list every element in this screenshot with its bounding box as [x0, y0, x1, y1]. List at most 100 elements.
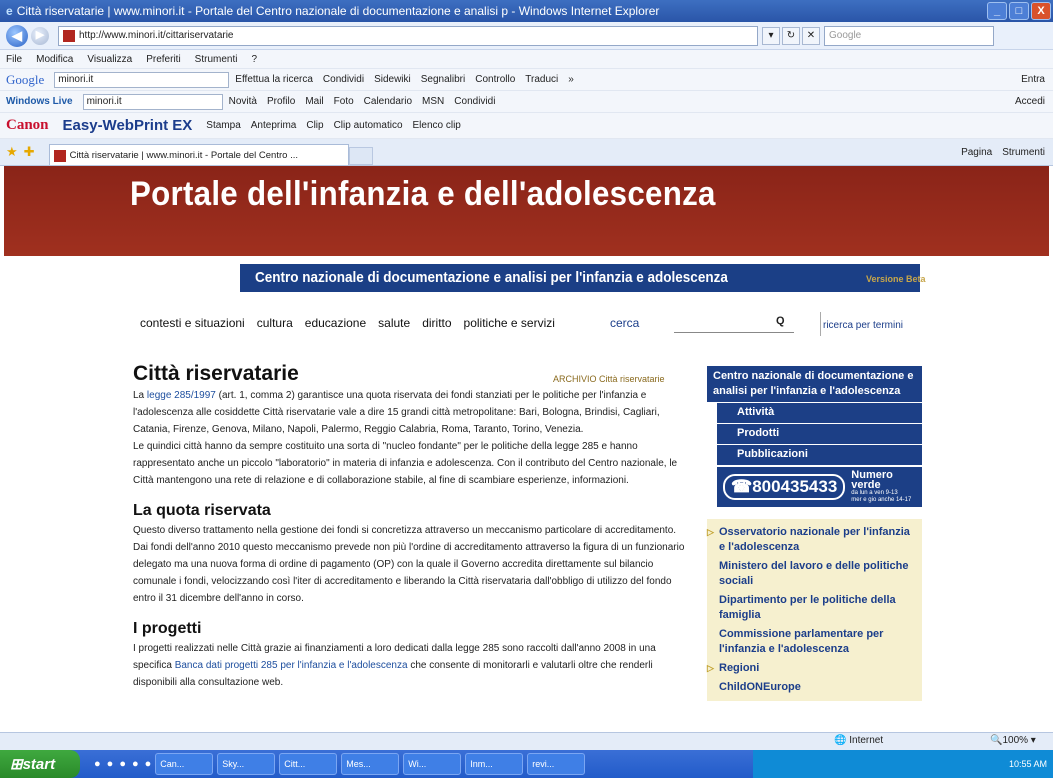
- address-dropdown-icon[interactable]: ▾: [762, 26, 780, 45]
- google-signin-button[interactable]: Entra: [1021, 74, 1045, 85]
- google-sidewiki-button[interactable]: Sidewiki: [374, 74, 411, 85]
- live-msn-link[interactable]: MSN: [422, 96, 444, 107]
- menu-strumenti[interactable]: Strumenti: [195, 54, 238, 65]
- refresh-icon[interactable]: ↻: [782, 26, 800, 45]
- sidebar-links: ▷ Osservatorio nazionale per l'infanzia e…: [707, 519, 922, 701]
- menu-bar: File Modifica Visualizza Preferiti Strum…: [0, 50, 1053, 68]
- tab-favicon-icon: [53, 149, 66, 162]
- close-button[interactable]: X: [1031, 2, 1051, 20]
- live-news-link[interactable]: Novità: [229, 96, 257, 107]
- header-divider: [4, 256, 1049, 264]
- taskbar-button-canon[interactable]: Can...: [155, 753, 214, 775]
- zoom-level[interactable]: 🔍100% ▾: [990, 735, 1036, 746]
- new-tab-button[interactable]: [348, 147, 373, 165]
- sidebar-link-osservatorio[interactable]: ▷ Osservatorio nazionale per l'infanzia e…: [707, 523, 916, 557]
- tools-menu-button[interactable]: Strumenti: [1002, 147, 1045, 158]
- sidebar-link-dipartimento[interactable]: Dipartimento per le politiche della fami…: [719, 591, 916, 625]
- live-photos-link[interactable]: Foto: [334, 96, 354, 107]
- nav-educazione[interactable]: educazione: [305, 316, 366, 330]
- sidebar-link-ministero[interactable]: Ministero del lavoro e delle politiche s…: [719, 557, 916, 591]
- windows-live-toolbar: Windows Live minori.it Novità Profilo Ma…: [0, 90, 1053, 112]
- banca-dati-link[interactable]: Banca dati progetti 285 per l'infanzia e…: [175, 660, 408, 671]
- quick-launch-icon[interactable]: ●: [132, 758, 139, 770]
- page-viewport: Portale dell'infanzia e dell'adolescenza…: [0, 166, 1053, 732]
- nav-diritto[interactable]: diritto: [422, 316, 451, 330]
- window-title: Città riservatarie | www.minori.it - Por…: [16, 4, 660, 18]
- address-url: http://www.minori.it/cittariservatarie: [79, 30, 234, 41]
- security-zone[interactable]: 🌐 Internet: [834, 735, 883, 746]
- stop-icon[interactable]: ✕: [802, 26, 820, 45]
- nav-divider: [820, 312, 821, 336]
- article-intro: La legge 285/1997 (art. 1, comma 2) gara…: [133, 387, 693, 438]
- sidebar-item-prodotti[interactable]: Prodotti: [717, 424, 922, 444]
- quick-launch-icon[interactable]: ●: [145, 758, 152, 770]
- taskbar-button-skype[interactable]: Sky...: [217, 753, 276, 775]
- sidebar-header-link[interactable]: Centro nazionale di documentazione e ana…: [707, 366, 922, 402]
- search-icon[interactable]: Q: [776, 315, 785, 327]
- live-search-input[interactable]: minori.it: [82, 93, 223, 110]
- live-mail-link[interactable]: Mail: [305, 96, 323, 107]
- live-signin-button[interactable]: Accedi: [1015, 96, 1045, 107]
- sidebar-link-regioni[interactable]: ▷ Regioni: [707, 659, 916, 678]
- sidebar-link-childoneurope[interactable]: ChildONEurope: [719, 678, 916, 697]
- taskbar-button-ie[interactable]: Citt...: [279, 753, 338, 775]
- google-share-button[interactable]: Condividi: [323, 74, 364, 85]
- clock[interactable]: 10:55 AM: [1009, 759, 1047, 769]
- menu-modifica[interactable]: Modifica: [36, 54, 73, 65]
- sidebar-link-label: ChildONEurope: [719, 681, 801, 693]
- taskbar-button-inm[interactable]: Inm...: [465, 753, 524, 775]
- taskbar-button-windows[interactable]: Wi...: [403, 753, 462, 775]
- sidebar-link-commissione[interactable]: Commissione parlamentare per l'infanzia …: [719, 625, 916, 659]
- browser-search-input[interactable]: Google: [824, 25, 994, 46]
- google-check-button[interactable]: Controllo: [475, 74, 515, 85]
- taskbar-button-revi[interactable]: revi...: [527, 753, 586, 775]
- auto-clip-button[interactable]: Clip automatico: [334, 120, 403, 131]
- quick-launch-icon[interactable]: ●: [94, 758, 101, 770]
- nav-contesti[interactable]: contesti e situazioni: [140, 316, 245, 330]
- bullet-icon: ▷: [707, 663, 714, 673]
- menu-preferiti[interactable]: Preferiti: [146, 54, 180, 65]
- legge-link[interactable]: legge 285/1997: [147, 390, 216, 401]
- clip-list-button[interactable]: Elenco clip: [413, 120, 461, 131]
- menu-file[interactable]: File: [6, 54, 22, 65]
- sidebar-item-pubblicazioni[interactable]: Pubblicazioni: [717, 445, 922, 465]
- live-profile-link[interactable]: Profilo: [267, 96, 295, 107]
- start-button[interactable]: ⊞ start: [0, 750, 80, 778]
- clip-button[interactable]: Clip: [306, 120, 323, 131]
- print-button[interactable]: Stampa: [206, 120, 240, 131]
- nav-salute[interactable]: salute: [378, 316, 410, 330]
- minimize-button[interactable]: _: [987, 2, 1007, 20]
- site-subtitle: Centro nazionale di documentazione e ana…: [255, 269, 728, 286]
- taskbar-button-messenger[interactable]: Mes...: [341, 753, 400, 775]
- site-title: Portale dell'infanzia e dell'adolescenza: [130, 175, 716, 213]
- archive-link[interactable]: ARCHIVIO Città riservatarie: [553, 371, 665, 388]
- nav-politiche[interactable]: politiche e servizi: [464, 316, 555, 330]
- back-button[interactable]: ◀: [6, 24, 28, 47]
- quick-launch-icon[interactable]: ●: [107, 758, 114, 770]
- live-share-link[interactable]: Condividi: [454, 96, 495, 107]
- add-favorites-icon[interactable]: ✚: [24, 144, 35, 160]
- forward-button[interactable]: ▶: [31, 26, 49, 45]
- google-search-input[interactable]: minori.it: [54, 71, 230, 88]
- tab-active[interactable]: Città riservatarie | www.minori.it - Por…: [48, 144, 349, 165]
- phone-banner: ☎800435433 Numero verde da lun a ven 9-1…: [717, 467, 922, 507]
- search-terms-link[interactable]: ricerca per termini: [823, 320, 903, 331]
- progetti-paragraph: I progetti realizzati nelle Città grazie…: [133, 640, 693, 691]
- preview-button[interactable]: Anteprima: [251, 120, 297, 131]
- google-bookmarks-button[interactable]: Segnalibri: [421, 74, 465, 85]
- address-bar[interactable]: http://www.minori.it/cittariservatarie: [58, 25, 758, 46]
- menu-help[interactable]: ?: [251, 54, 257, 65]
- maximize-button[interactable]: □: [1009, 2, 1029, 20]
- easy-webprint-menu[interactable]: Easy-WebPrint EX: [63, 117, 193, 134]
- favorites-star-icon[interactable]: ★: [6, 144, 18, 160]
- nav-cultura[interactable]: cultura: [257, 316, 293, 330]
- live-calendar-link[interactable]: Calendario: [364, 96, 412, 107]
- sidebar-item-attivita[interactable]: Attività: [717, 403, 922, 423]
- google-search-button[interactable]: Effettua la ricerca: [235, 74, 313, 85]
- quick-launch-icon[interactable]: ●: [119, 758, 126, 770]
- google-translate-button[interactable]: Traduci: [525, 74, 558, 85]
- page-menu-button[interactable]: Pagina: [961, 147, 992, 158]
- google-more-button[interactable]: »: [568, 74, 574, 85]
- menu-visualizza[interactable]: Visualizza: [87, 54, 132, 65]
- quick-launch: ● ● ● ● ●: [94, 758, 151, 770]
